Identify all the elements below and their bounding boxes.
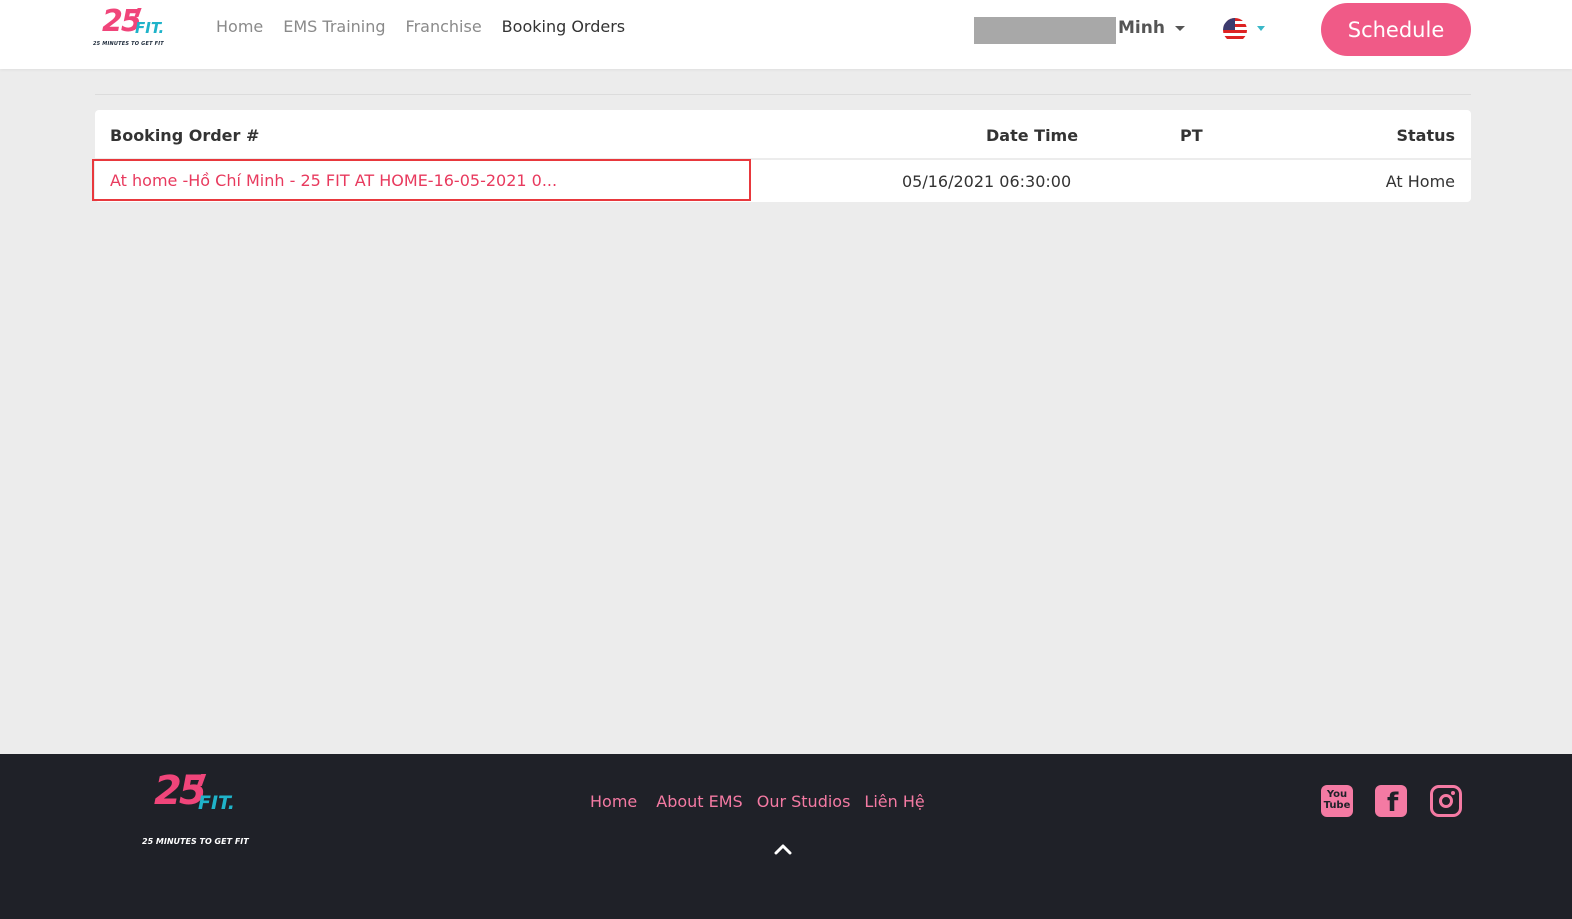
content-divider [95,94,1471,95]
nav-home[interactable]: Home [216,17,263,36]
user-menu[interactable]: Minh [1118,18,1185,38]
language-chevron-down-icon[interactable] [1257,26,1265,31]
row-date-time: 05/16/2021 06:30:00 [902,172,1072,191]
footer-logo-tagline: 25 MINUTES TO GET FIT [142,837,249,846]
footer-nav-lien-he[interactable]: Liên Hệ [864,792,924,811]
footer-nav: Home About EMS Our Studios Liên Hệ [590,792,939,811]
instagram-icon[interactable] [1430,785,1462,817]
facebook-icon-label: f [1387,788,1399,818]
user-name: Minh [1118,18,1165,38]
schedule-button[interactable]: Schedule [1321,3,1471,56]
header-status: Status [1396,126,1455,145]
site-header: 25 FIT. 25 MINUTES TO GET FIT Home EMS T… [0,0,1572,69]
footer-logo-number: 25 [154,768,207,814]
chevron-down-icon [1174,25,1185,31]
logo-tagline: 25 MINUTES TO GET FIT [93,41,164,47]
youtube-icon-label: You Tube [1323,789,1351,811]
main-nav: Home EMS Training Franchise Booking Orde… [216,17,645,36]
site-footer: 25 FIT. 25 MINUTES TO GET FIT Home About… [0,754,1572,919]
nav-ems-training[interactable]: EMS Training [283,17,385,36]
footer-logo-word: FIT. [198,792,235,814]
footer-logo[interactable]: 25 FIT. 25 MINUTES TO GET FIT [141,768,251,846]
header-date-time: Date Time [986,126,1079,145]
header-booking-order: Booking Order # [110,126,260,145]
nav-booking-orders[interactable]: Booking Orders [502,17,625,36]
brand-logo[interactable]: 25 FIT. 25 MINUTES TO GET FIT [92,4,172,51]
us-flag-icon[interactable] [1223,18,1247,42]
footer-nav-our-studios[interactable]: Our Studios [757,792,851,811]
nav-franchise[interactable]: Franchise [406,17,482,36]
youtube-icon[interactable]: You Tube [1321,785,1353,817]
user-name-redacted [974,17,1116,44]
booking-order-link[interactable]: At home -Hồ Chí Minh - 25 FIT AT HOME-16… [92,159,751,201]
header-pt: PT [1180,126,1203,145]
chevron-up-icon[interactable] [774,843,792,855]
footer-nav-about-ems[interactable]: About EMS [656,792,742,811]
footer-nav-home[interactable]: Home [590,792,637,811]
facebook-icon[interactable]: f [1375,785,1407,818]
row-status: At Home [1385,172,1455,191]
logo-word: FIT. [135,19,165,37]
